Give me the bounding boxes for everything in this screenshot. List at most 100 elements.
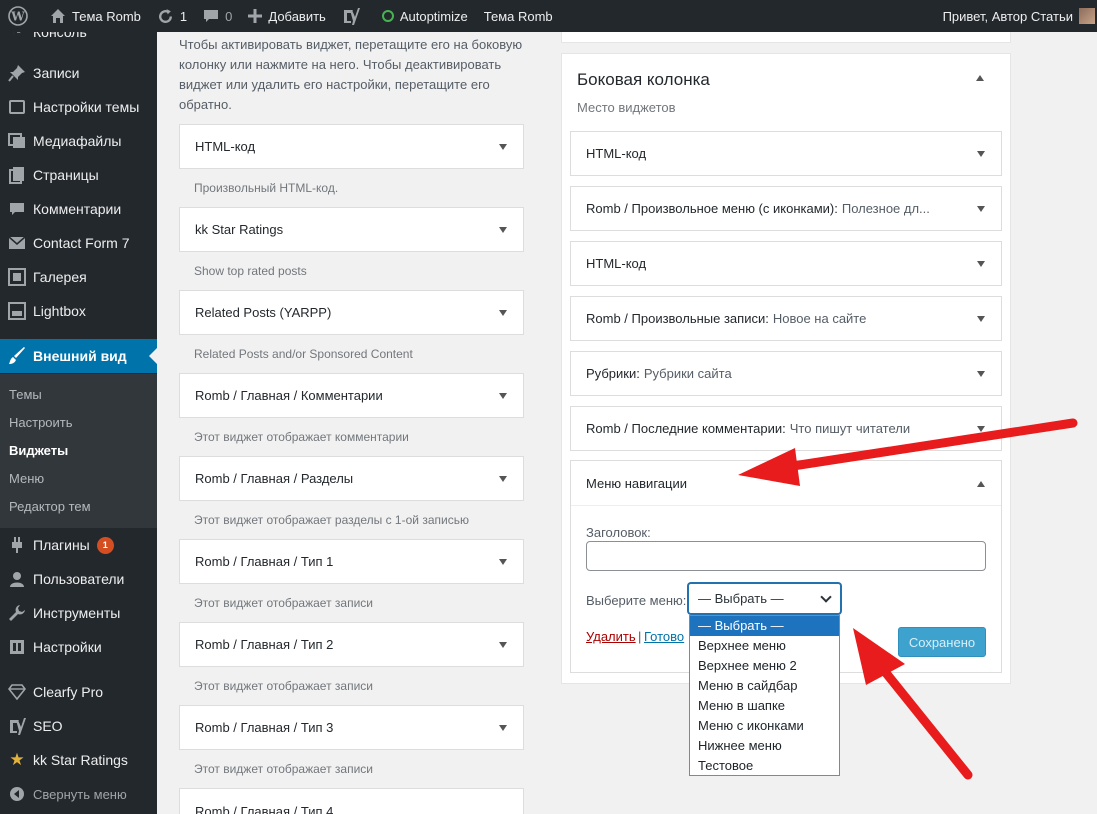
wrench-icon (7, 603, 27, 623)
sidebar-widget-romb-custom-menu[interactable]: Romb / Произвольное меню (с иконками): П… (570, 186, 1002, 231)
expand-arrow-icon[interactable] (499, 724, 507, 731)
available-widget-romb-type-1[interactable]: Romb / Главная / Тип 1 (179, 539, 524, 584)
account-link[interactable]: Привет, Автор Статьи (935, 0, 1097, 32)
expand-arrow-icon[interactable] (977, 205, 985, 212)
widget-area-title[interactable]: Боковая колонка (577, 70, 710, 90)
sidebar-item-tools[interactable]: Инструменты (0, 596, 157, 630)
star-icon: ★ (9, 750, 25, 769)
expand-arrow-icon[interactable] (499, 641, 507, 648)
sidebar-item-lightbox[interactable]: Lightbox (0, 294, 157, 328)
menu-option[interactable]: — Выбрать — (690, 616, 839, 636)
expand-arrow-icon[interactable] (499, 309, 507, 316)
available-widget-html[interactable]: HTML-код (179, 124, 524, 169)
sidebar-widget-romb-custom-posts[interactable]: Romb / Произвольные записи: Новое на сай… (570, 296, 1002, 341)
menu-option[interactable]: Тестовое (690, 756, 839, 776)
wordpress-logo-button[interactable]: W (0, 0, 42, 32)
updates-link[interactable]: 1 (149, 0, 195, 32)
menu-option[interactable]: Нижнее меню (690, 736, 839, 756)
sidebar-item-users[interactable]: Пользователи (0, 562, 157, 596)
updates-count: 1 (179, 8, 188, 24)
collapse-arrow-icon[interactable] (976, 75, 984, 81)
sidebar-item-label: Консоль (33, 32, 87, 40)
menu-option[interactable]: Меню в сайдбар (690, 676, 839, 696)
widget-description: Этот виджет отображает записи (194, 679, 373, 693)
comments-link[interactable]: 0 (195, 0, 240, 32)
sidebar-item-pages[interactable]: Страницы (0, 158, 157, 192)
sidebar-item-theme-settings[interactable]: Настройки темы (0, 90, 157, 124)
submenu-item-widgets[interactable]: Виджеты (9, 443, 68, 458)
sidebar-item-media[interactable]: Медиафайлы (0, 124, 157, 158)
sidebar-item-plugins[interactable]: Плагины 1 (0, 528, 157, 562)
available-widget-romb-comments[interactable]: Romb / Главная / Комментарии (179, 373, 524, 418)
sidebar-item-label: Инструменты (33, 605, 121, 621)
submenu-item-themes[interactable]: Темы (9, 387, 42, 402)
yoast-seo-link[interactable] (334, 0, 374, 32)
sidebar-item-contact-form[interactable]: Contact Form 7 (0, 226, 157, 260)
available-widget-romb-type-2[interactable]: Romb / Главная / Тип 2 (179, 622, 524, 667)
expand-arrow-icon[interactable] (499, 392, 507, 399)
done-link[interactable]: Готово (644, 629, 684, 644)
sidebar-widget-romb-recent-comments[interactable]: Romb / Последние комментарии: Что пишут … (570, 406, 1002, 451)
available-widget-romb-type-4[interactable]: Romb / Главная / Тип 4 (179, 788, 524, 814)
sidebar-item-appearance[interactable]: Внешний вид (0, 339, 157, 373)
expand-arrow-icon[interactable] (977, 260, 985, 267)
menu-option[interactable]: Меню в шапке (690, 696, 839, 716)
yoast-icon (342, 7, 360, 25)
expand-arrow-icon[interactable] (499, 226, 507, 233)
expand-arrow-icon[interactable] (499, 475, 507, 482)
available-widget-romb-type-3[interactable]: Romb / Главная / Тип 3 (179, 705, 524, 750)
sidebar-item-seo[interactable]: SEO (0, 709, 157, 743)
site-name-link[interactable]: Тема Romb (42, 0, 149, 32)
expand-arrow-icon[interactable] (977, 425, 985, 432)
expand-arrow-icon[interactable] (977, 150, 985, 157)
sidebar-item-star-ratings[interactable]: ★ kk Star Ratings (0, 743, 157, 777)
menu-select[interactable]: — Выбрать — (688, 583, 841, 614)
sidebar-item-clearfy[interactable]: Clearfy Pro (0, 675, 157, 709)
sidebar-widget-categories[interactable]: Рубрики: Рубрики сайта (570, 351, 1002, 396)
widget-title: Меню навигации (586, 475, 687, 491)
expand-arrow-icon[interactable] (499, 143, 507, 150)
menu-select-value: — Выбрать — (698, 591, 784, 606)
available-widgets-intro: Чтобы активировать виджет, перетащите ег… (179, 37, 523, 112)
sidebar-item-label: Страницы (33, 167, 99, 183)
delete-link[interactable]: Удалить (586, 629, 636, 644)
submenu-item-theme-editor[interactable]: Редактор тем (9, 499, 91, 514)
expand-arrow-icon[interactable] (977, 315, 985, 322)
menu-option[interactable]: Верхнее меню (690, 636, 839, 656)
sidebar-item-gallery[interactable]: Галерея (0, 260, 157, 294)
expand-arrow-icon[interactable] (499, 558, 507, 565)
svg-text:W: W (10, 10, 25, 24)
autoptimize-label: Autoptimize (399, 8, 468, 24)
sidebar-widget-html[interactable]: HTML-код (570, 131, 1002, 176)
menu-option[interactable]: Верхнее меню 2 (690, 656, 839, 676)
collapse-icon (7, 784, 27, 804)
expand-arrow-icon[interactable] (977, 370, 985, 377)
sidebar-item-label: kk Star Ratings (33, 752, 128, 768)
sidebar-item-posts[interactable]: Записи (0, 56, 157, 90)
sidebar-item-label: Свернуть меню (33, 786, 127, 802)
submenu-item-menus[interactable]: Меню (9, 471, 44, 486)
widget-area-description: Место виджетов (577, 100, 676, 115)
yoast-icon (7, 716, 27, 736)
menu-option[interactable]: Меню с иконками (690, 716, 839, 736)
available-widget-yarpp[interactable]: Related Posts (YARPP) (179, 290, 524, 335)
lightbox-icon (7, 301, 27, 321)
available-widget-romb-sections[interactable]: Romb / Главная / Разделы (179, 456, 524, 501)
add-new-link[interactable]: Добавить (240, 0, 333, 32)
sidebar-item-dashboard[interactable]: ◔ Консоль (0, 32, 157, 49)
saved-button[interactable]: Сохранено (898, 627, 986, 657)
autoptimize-link[interactable]: Autoptimize (374, 0, 476, 32)
sidebar-item-comments[interactable]: Комментарии (0, 192, 157, 226)
admin-sidebar: ◔ Консоль Записи Настройки темы Медиафай… (0, 32, 157, 814)
available-widget-kk-star-ratings[interactable]: kk Star Ratings (179, 207, 524, 252)
submenu-item-customize[interactable]: Настроить (9, 415, 73, 430)
sidebar-widget-html-2[interactable]: HTML-код (570, 241, 1002, 286)
nav-menu-widget-header[interactable]: Меню навигации (571, 461, 1001, 506)
heading-input[interactable] (586, 541, 986, 571)
sidebar-item-settings[interactable]: Настройки (0, 630, 157, 664)
theme-link[interactable]: Тема Romb (476, 0, 561, 32)
widget-description: Show top rated posts (194, 264, 307, 278)
collapse-arrow-icon[interactable] (977, 481, 985, 487)
menu-select-dropdown: — Выбрать — Верхнее меню Верхнее меню 2 … (689, 615, 840, 776)
sidebar-item-collapse[interactable]: Свернуть меню (0, 777, 157, 811)
